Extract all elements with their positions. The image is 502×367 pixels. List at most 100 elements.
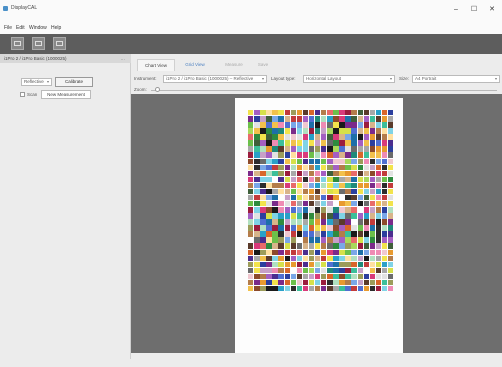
color-patch (357, 219, 363, 225)
color-patch (290, 116, 297, 122)
target-icon[interactable] (11, 37, 24, 50)
color-patch (351, 146, 357, 152)
color-patch (327, 225, 333, 231)
tab-save[interactable]: Save (251, 59, 275, 71)
color-patch (290, 122, 297, 128)
window-title: DisplayCAL (11, 5, 38, 11)
color-patch (387, 279, 394, 286)
color-patch (254, 219, 260, 225)
maximize-button[interactable]: ☐ (466, 3, 482, 17)
color-patch (321, 152, 327, 158)
color-patch (314, 164, 321, 171)
new-measurement-button[interactable]: New Measurement (41, 90, 91, 99)
color-patch (290, 188, 297, 195)
color-patch (363, 237, 370, 243)
color-patch (260, 152, 266, 158)
color-patch (260, 122, 266, 128)
tab-grid-view[interactable]: Grid View (179, 59, 211, 71)
color-patch (351, 201, 357, 207)
tab-chart-view[interactable]: Chart View (137, 59, 175, 71)
zoom-slider-track[interactable] (151, 90, 497, 91)
color-patch (272, 122, 278, 128)
color-patch (375, 176, 382, 183)
color-patch-grid (248, 110, 394, 292)
color-patch (248, 176, 254, 183)
measure-icon[interactable] (53, 37, 66, 50)
color-patch (387, 158, 394, 164)
color-patch (381, 164, 388, 171)
color-patch (314, 231, 321, 237)
color-patch (375, 188, 382, 195)
calibrate-button[interactable]: Calibrate (55, 77, 93, 87)
color-patch (327, 261, 333, 268)
color-patch (296, 128, 303, 134)
color-patch (308, 128, 315, 134)
color-patch (333, 249, 339, 255)
scan-checkbox[interactable] (20, 92, 25, 97)
chevron-down-icon: ▾ (389, 76, 392, 81)
layout-type-select[interactable]: Horizontal Layout ▾ (303, 75, 395, 83)
color-patch (369, 285, 376, 292)
color-patch (308, 219, 315, 225)
color-patch (284, 249, 290, 255)
color-patch (381, 122, 388, 128)
color-patch (327, 273, 333, 280)
color-patch (363, 140, 370, 146)
color-patch (321, 146, 327, 152)
color-patch (333, 152, 339, 158)
color-patch (260, 146, 266, 152)
color-patch (339, 279, 345, 286)
color-patch (351, 194, 357, 201)
color-patch (302, 128, 309, 134)
color-patch (357, 110, 363, 116)
color-patch (351, 267, 357, 274)
color-patch (333, 188, 339, 195)
color-patch (296, 237, 303, 243)
color-patch (266, 116, 272, 122)
color-patch (290, 243, 297, 249)
color-patch (327, 146, 333, 152)
color-patch (278, 231, 284, 237)
tab-measure[interactable]: Measure (219, 59, 249, 71)
close-button[interactable]: ✕ (484, 3, 500, 17)
color-patch (260, 219, 266, 225)
device-selector[interactable]: i1Pro 2 / i1Pro Basic (1000025) … (0, 54, 131, 63)
color-patch (375, 261, 382, 268)
color-patch (363, 249, 370, 255)
options-bar: Instrument: i1Pro 2 / i1Pro Basic (10000… (131, 72, 502, 85)
instrument-select[interactable]: i1Pro 2 / i1Pro Basic (1000025) – Reflec… (163, 75, 267, 83)
color-patch (375, 279, 382, 286)
color-patch (272, 152, 278, 158)
chevron-down-icon: ▾ (261, 76, 264, 81)
color-patch (339, 170, 345, 177)
color-patch (369, 170, 376, 177)
color-patch (387, 188, 394, 195)
color-patch (278, 122, 284, 128)
color-patch (363, 225, 370, 231)
color-patch (296, 267, 303, 274)
color-patch (387, 207, 394, 213)
menu-file[interactable]: File (4, 25, 12, 31)
color-patch (369, 122, 376, 128)
color-patch (260, 158, 266, 164)
color-patch (296, 122, 303, 128)
menu-window[interactable]: Window (29, 25, 47, 31)
color-patch (381, 146, 388, 152)
color-patch (314, 237, 321, 243)
color-patch (296, 219, 303, 225)
color-patch (381, 261, 388, 268)
chart-icon[interactable] (32, 37, 45, 50)
color-patch (387, 152, 394, 158)
color-patch (387, 110, 394, 116)
menu-edit[interactable]: Edit (16, 25, 25, 31)
device-more[interactable]: … (121, 56, 126, 61)
minimize-button[interactable]: – (448, 3, 464, 17)
color-patch (345, 122, 351, 128)
color-patch (375, 152, 382, 158)
menu-help[interactable]: Help (51, 25, 61, 31)
color-patch (314, 110, 321, 116)
size-select[interactable]: A4 Portrait ▾ (412, 75, 500, 83)
mode-select[interactable]: Reflective ▾ (21, 78, 52, 86)
color-patch (248, 243, 254, 249)
zoom-slider-handle[interactable] (155, 87, 161, 92)
